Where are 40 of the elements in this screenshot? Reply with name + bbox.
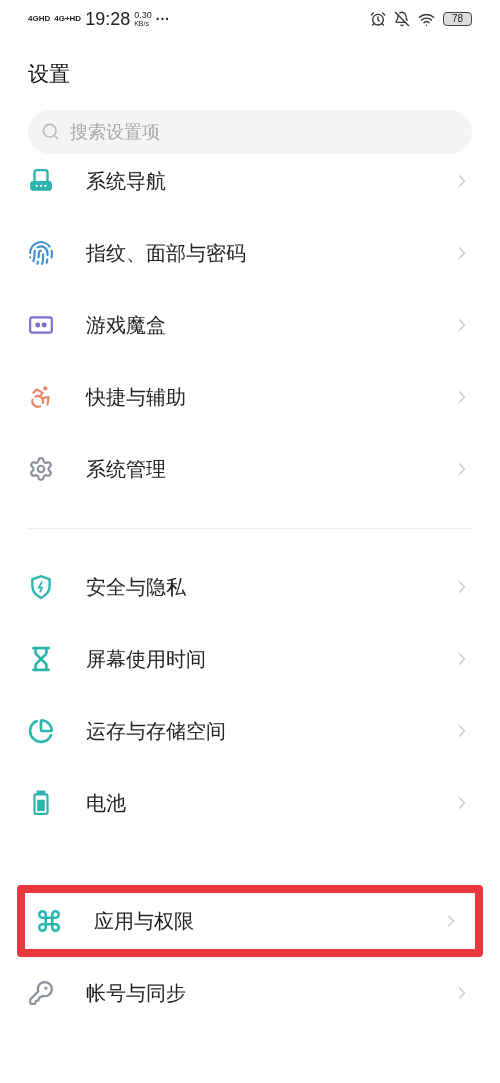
search-field[interactable]: 搜索设置项 xyxy=(28,110,472,154)
item-label: 系统管理 xyxy=(86,457,166,482)
pie-chart-icon xyxy=(28,718,54,744)
settings-item[interactable]: 指纹、面部与密码 xyxy=(0,217,500,289)
settings-item[interactable]: 快捷与辅助 xyxy=(0,361,500,433)
alarm-icon xyxy=(369,11,386,27)
item-label: 安全与隐私 xyxy=(86,575,186,600)
battery-indicator: 78 xyxy=(442,12,472,26)
settings-icon xyxy=(28,456,54,482)
item-label: 快捷与辅助 xyxy=(86,385,186,410)
settings-item[interactable]: 系统管理 xyxy=(0,433,500,505)
search-icon xyxy=(41,122,60,141)
bell-off-icon xyxy=(393,11,410,27)
item-label: 应用与权限 xyxy=(94,909,194,934)
network-speed: 0.30 xyxy=(134,11,152,20)
item-label: 指纹、面部与密码 xyxy=(86,241,246,266)
page-title: 设置 xyxy=(27,61,71,87)
shield-icon xyxy=(28,574,54,600)
clock: 19:28 xyxy=(85,7,131,31)
item-label: 电池 xyxy=(86,791,126,816)
settings-item[interactable]: 屏幕使用时间 xyxy=(0,623,500,695)
fingerprint-icon xyxy=(28,240,54,266)
settings-item[interactable]: 系统导航 xyxy=(0,159,500,217)
settings-item[interactable]: 帐号与同步 xyxy=(0,957,500,1029)
signal-label: 4G+HD xyxy=(54,15,82,23)
key-icon xyxy=(28,980,54,1006)
item-label: 屏幕使用时间 xyxy=(86,647,206,672)
more-notifications: ··· xyxy=(155,9,170,29)
settings-item[interactable]: 运存与存储空间 xyxy=(0,695,500,767)
command-icon xyxy=(36,908,62,934)
settings-item[interactable]: 安全与隐私 xyxy=(0,551,500,623)
item-label: 系统导航 xyxy=(86,169,166,194)
settings-item[interactable]: 应用与权限 xyxy=(17,885,483,957)
signal-label: 4GHD xyxy=(28,15,51,23)
item-label: 运存与存储空间 xyxy=(86,719,226,744)
navigation-icon xyxy=(28,168,54,194)
item-label: 游戏魔盒 xyxy=(86,313,166,338)
item-label: 帐号与同步 xyxy=(86,981,186,1006)
settings-item[interactable]: 电池 xyxy=(0,767,500,839)
settings-item[interactable]: 游戏魔盒 xyxy=(0,289,500,361)
